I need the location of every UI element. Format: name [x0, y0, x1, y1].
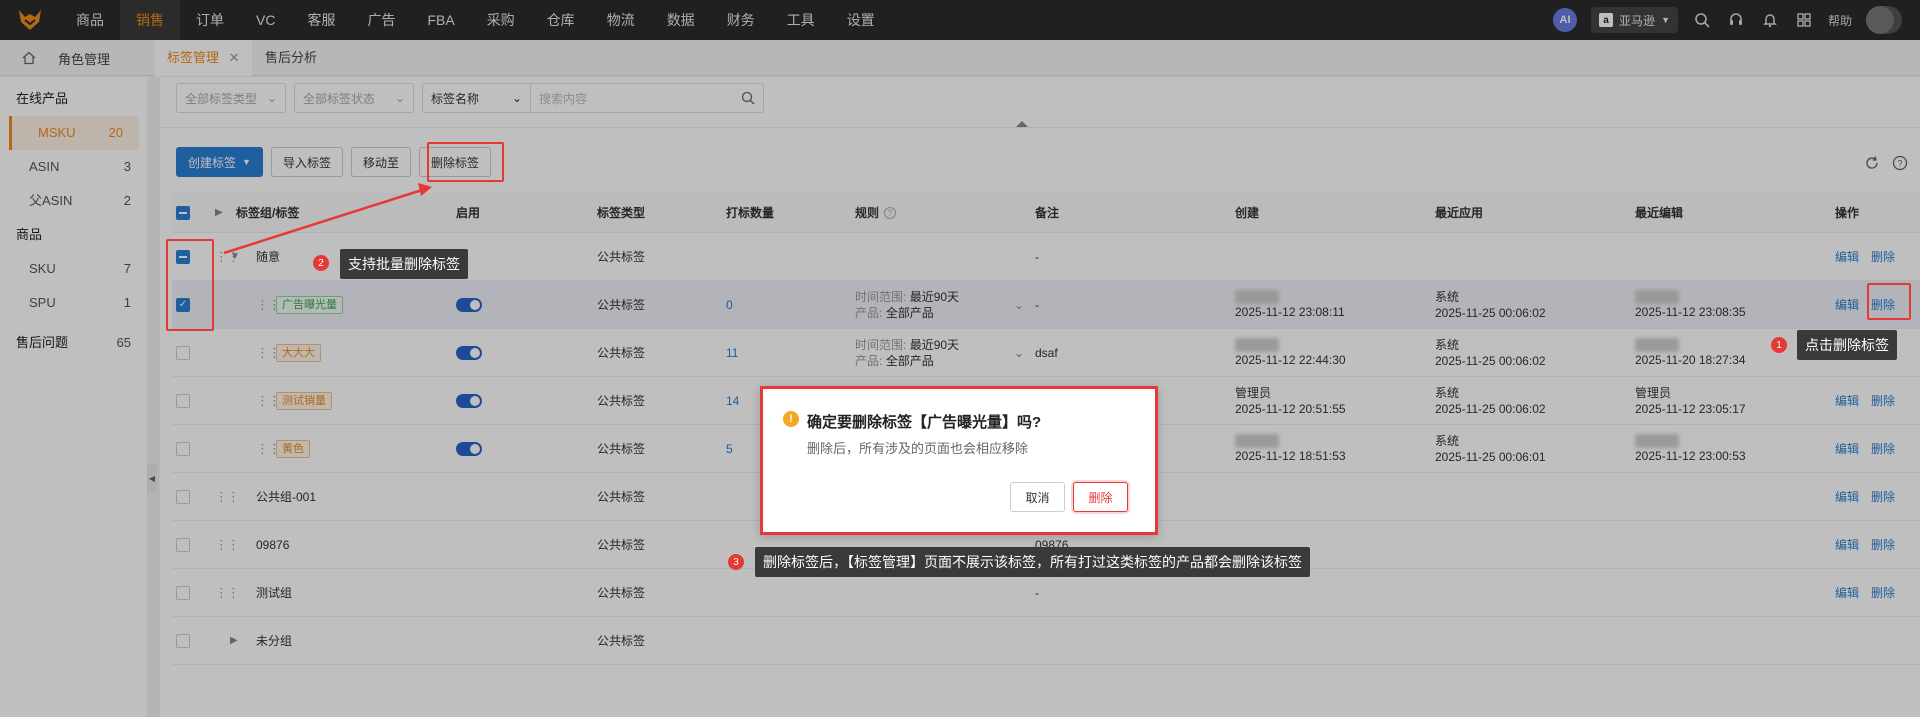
step-number-badge: 2 [313, 255, 329, 271]
confirm-delete-button[interactable]: 删除 [1073, 482, 1128, 512]
dialog-description: 删除后，所有涉及的页面也会相应移除 [807, 441, 1029, 456]
step-number-badge: 1 [1771, 337, 1787, 353]
warning-icon: ! [783, 411, 799, 427]
cancel-button[interactable]: 取消 [1010, 482, 1065, 512]
dialog-title: 确定要删除标签【广告曝光量】吗? [807, 414, 1042, 431]
annotation-click-delete: 点击删除标签 [1797, 330, 1897, 360]
annotation-delete-effect: 删除标签后，【标签管理】页面不展示该标签，所有打过这类标签的产品都会删除该标签 [755, 547, 1310, 577]
delete-confirm-dialog: ! 确定要删除标签【广告曝光量】吗? 删除后，所有涉及的页面也会相应移除 取消 … [760, 386, 1158, 535]
annotation-arrow [223, 183, 432, 255]
annotation-batch-delete: 支持批量删除标签 [340, 249, 468, 279]
step-number-badge: 3 [728, 554, 744, 570]
